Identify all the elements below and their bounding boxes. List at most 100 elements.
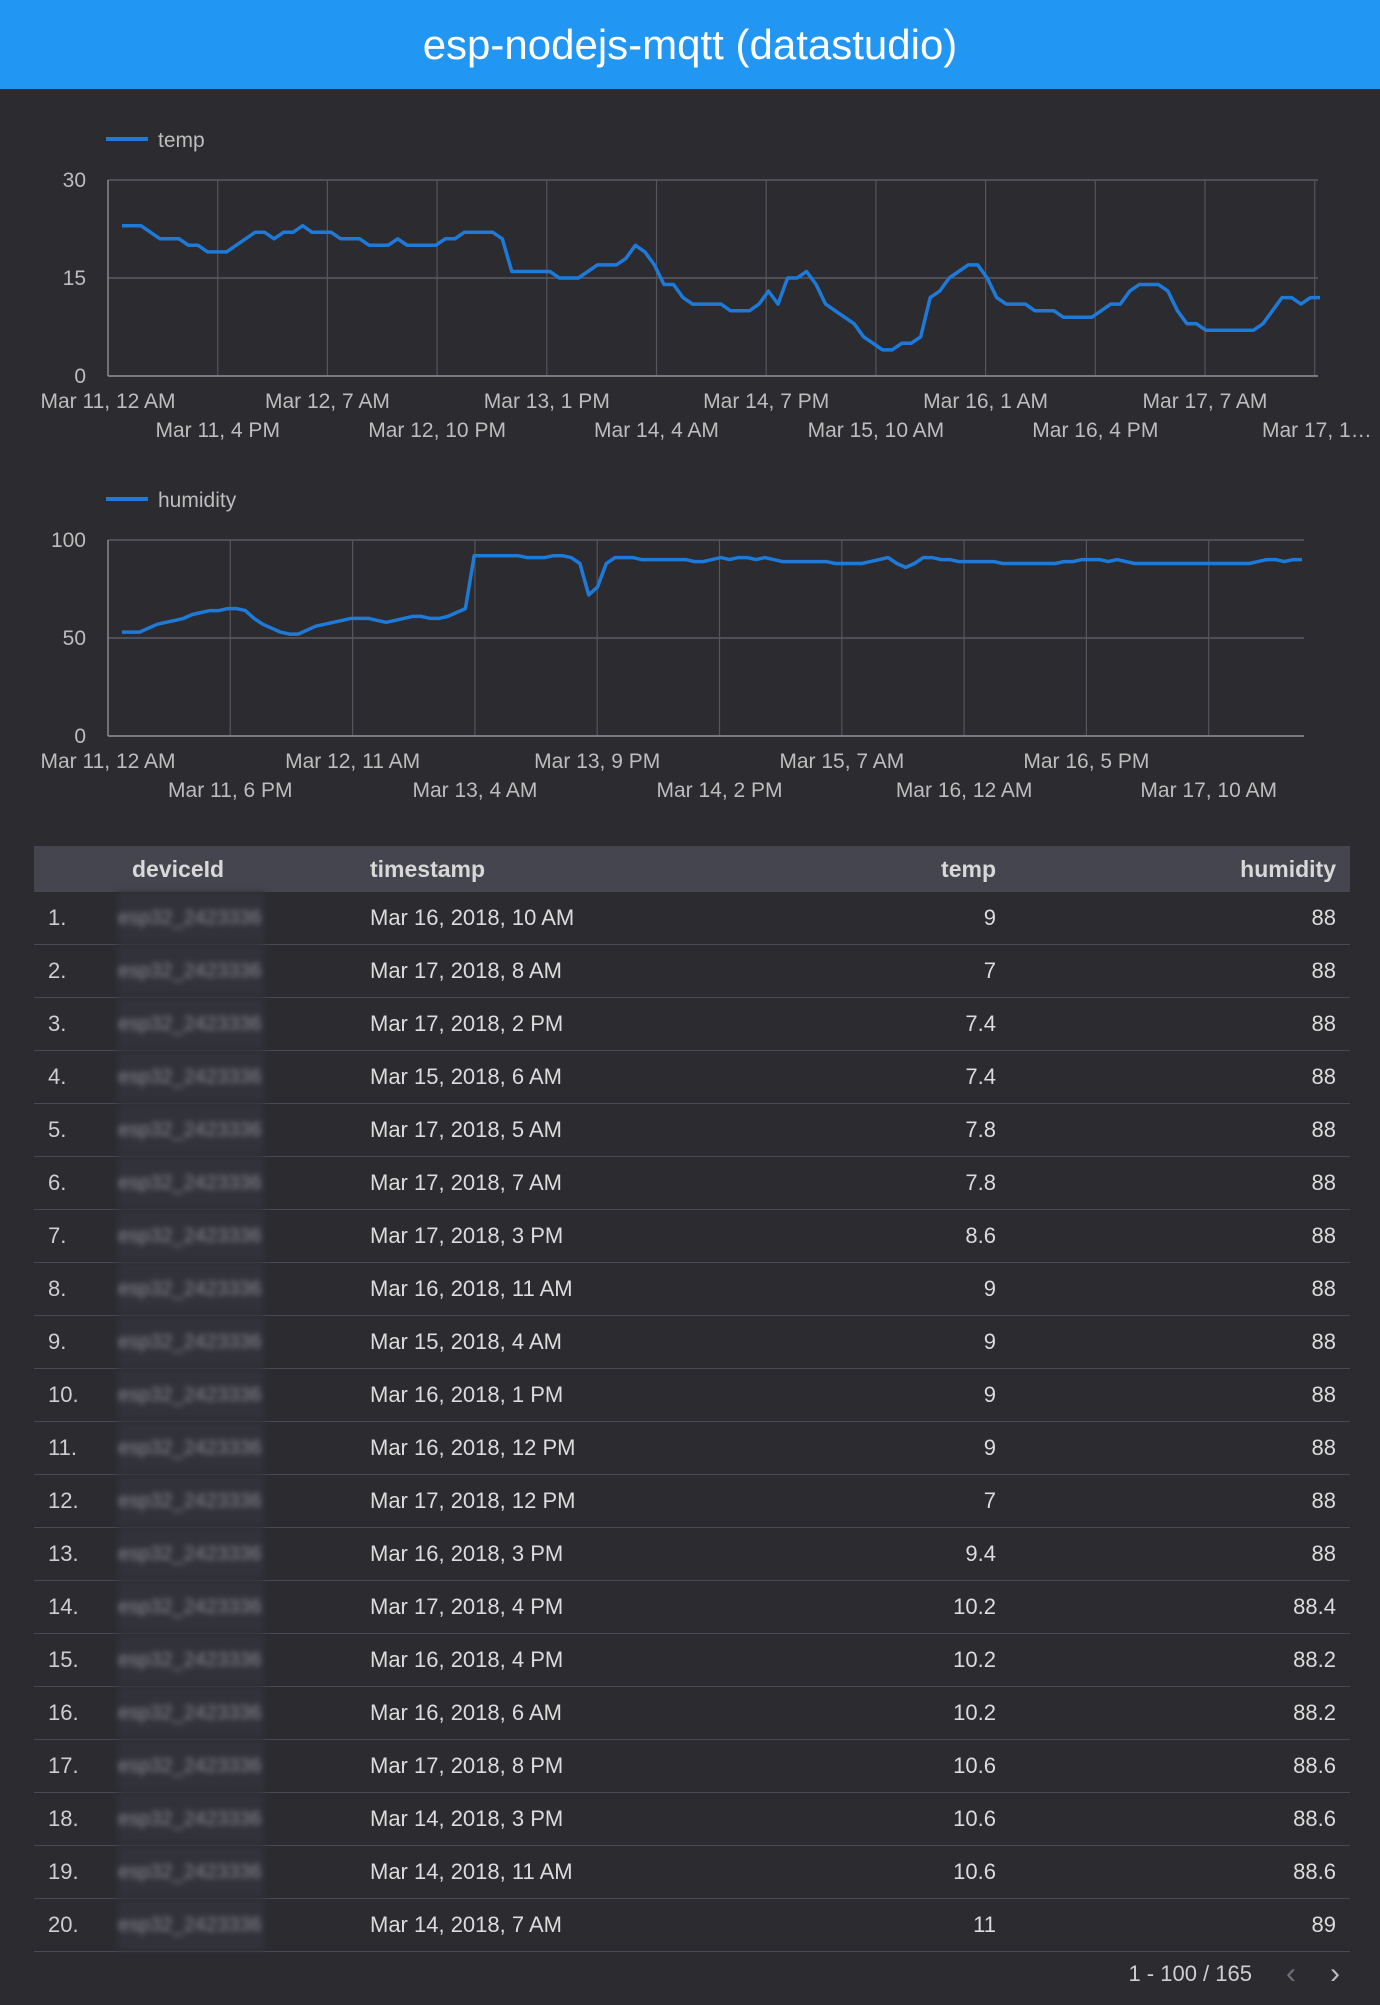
row-index: 16. [34, 1686, 118, 1740]
temp-cell: 10.6 [770, 1739, 1010, 1793]
legend-label: temp [158, 129, 205, 152]
blurred-device-id: esp32_2423336 [118, 1793, 264, 1845]
x-tick-label: Mar 16, 5 PM [1023, 750, 1149, 773]
x-tick-label: Mar 17, 10 AM [1140, 779, 1277, 802]
temp-cell: 9 [770, 1368, 1010, 1422]
blurred-device-id: esp32_2423336 [118, 998, 264, 1050]
timestamp-cell: Mar 17, 2018, 8 PM [356, 1739, 770, 1793]
table-row: 9. esp32_2423336 Mar 15, 2018, 4 AM 9 88 [34, 1315, 1350, 1369]
blurred-device-id: esp32_2423336 [118, 1316, 264, 1368]
temp-line-chart: temp 0 15 30 Mar 11, 12 AM Mar 11, 4 PM Mar 12… [40, 129, 1371, 442]
y-tick-label: 0 [74, 365, 86, 388]
x-tick-label: Mar 13, 1 PM [484, 390, 610, 413]
blurred-device-id: esp32_2423336 [118, 1899, 264, 1951]
table-row: 10. esp32_2423336 Mar 16, 2018, 1 PM 9 88 [34, 1368, 1350, 1422]
row-index: 12. [34, 1474, 118, 1528]
timestamp-cell: Mar 16, 2018, 1 PM [356, 1368, 770, 1422]
temp-cell: 9 [770, 1262, 1010, 1316]
row-index: 5. [34, 1103, 118, 1157]
temp-cell: 9 [770, 1421, 1010, 1475]
timestamp-cell: Mar 15, 2018, 6 AM [356, 1050, 770, 1104]
x-tick-label: Mar 14, 7 PM [703, 390, 829, 413]
column-header-timestamp[interactable]: timestamp [356, 846, 770, 892]
temp-cell: 7 [770, 944, 1010, 998]
table-row: 15. esp32_2423336 Mar 16, 2018, 4 PM 10.2 88… [34, 1633, 1350, 1687]
humidity-cell: 88.6 [1010, 1845, 1350, 1899]
device-id-cell: esp32_2423336 [118, 1050, 356, 1104]
x-tick-label: Mar 11, 4 PM [155, 419, 279, 442]
chevron-left-icon[interactable]: ‹ [1286, 1957, 1296, 1991]
blurred-device-id: esp32_2423336 [118, 1846, 264, 1898]
table-row: 20. esp32_2423336 Mar 14, 2018, 7 AM 11 89 [34, 1898, 1350, 1952]
timestamp-cell: Mar 17, 2018, 5 AM [356, 1103, 770, 1157]
temp-cell: 9 [770, 1315, 1010, 1369]
device-id-cell: esp32_2423336 [118, 1739, 356, 1793]
temp-cell: 9 [770, 892, 1010, 945]
table-row: 17. esp32_2423336 Mar 17, 2018, 8 PM 10.6 88… [34, 1739, 1350, 1793]
device-id-cell: esp32_2423336 [118, 997, 356, 1051]
timestamp-cell: Mar 16, 2018, 12 PM [356, 1421, 770, 1475]
page-title: esp-nodejs-mqtt (datastudio) [0, 0, 1380, 89]
temp-cell: 10.2 [770, 1633, 1010, 1687]
device-id-cell: esp32_2423336 [118, 1209, 356, 1263]
data-table: deviceId timestamp temp humidity 1. esp32… [34, 846, 1350, 1952]
table-row: 14. esp32_2423336 Mar 17, 2018, 4 PM 10.2 88… [34, 1580, 1350, 1634]
row-index: 6. [34, 1156, 118, 1210]
humidity-cell: 88 [1010, 1527, 1350, 1581]
device-id-cell: esp32_2423336 [118, 1103, 356, 1157]
column-header-deviceid[interactable]: deviceId [118, 846, 356, 892]
humidity-cell: 88 [1010, 1156, 1350, 1210]
x-tick-label: Mar 13, 4 AM [412, 779, 537, 802]
x-tick-label: Mar 16, 12 AM [896, 779, 1033, 802]
y-tick-label: 0 [74, 725, 86, 748]
device-id-cell: esp32_2423336 [118, 1845, 356, 1899]
table-row: 18. esp32_2423336 Mar 14, 2018, 3 PM 10.6 88… [34, 1792, 1350, 1846]
humidity-cell: 88 [1010, 892, 1350, 945]
table-row: 7. esp32_2423336 Mar 17, 2018, 3 PM 8.6 88 [34, 1209, 1350, 1263]
timestamp-cell: Mar 16, 2018, 3 PM [356, 1527, 770, 1581]
blurred-device-id: esp32_2423336 [118, 1634, 264, 1686]
legend-label: humidity [158, 489, 237, 512]
row-index: 9. [34, 1315, 118, 1369]
device-id-cell: esp32_2423336 [118, 1474, 356, 1528]
row-index: 8. [34, 1262, 118, 1316]
humidity-cell: 88 [1010, 1474, 1350, 1528]
temp-cell: 7.8 [770, 1103, 1010, 1157]
x-tick-label: Mar 16, 1 AM [923, 390, 1048, 413]
x-tick-label: Mar 17, 7 AM [1143, 390, 1268, 413]
temp-cell: 8.6 [770, 1209, 1010, 1263]
row-index: 19. [34, 1845, 118, 1899]
device-id-cell: esp32_2423336 [118, 1315, 356, 1369]
table-row: 11. esp32_2423336 Mar 16, 2018, 12 PM 9 88 [34, 1421, 1350, 1475]
x-tick-label: Mar 11, 12 AM [40, 390, 175, 413]
pagination: 1 - 100 / 165 ‹ › [1128, 1956, 1340, 1992]
table-row: 13. esp32_2423336 Mar 16, 2018, 3 PM 9.4 88 [34, 1527, 1350, 1581]
timestamp-cell: Mar 17, 2018, 8 AM [356, 944, 770, 998]
blurred-device-id: esp32_2423336 [118, 1210, 264, 1262]
x-tick-label: Mar 12, 10 PM [368, 419, 506, 442]
device-id-cell: esp32_2423336 [118, 1686, 356, 1740]
device-id-cell: esp32_2423336 [118, 1633, 356, 1687]
table-row: 2. esp32_2423336 Mar 17, 2018, 8 AM 7 88 [34, 944, 1350, 998]
blurred-device-id: esp32_2423336 [118, 1422, 264, 1474]
series-line [122, 553, 1302, 636]
column-header-humidity[interactable]: humidity [1010, 846, 1350, 892]
column-header-temp[interactable]: temp [770, 846, 1010, 892]
humidity-cell: 89 [1010, 1898, 1350, 1952]
blurred-device-id: esp32_2423336 [118, 1740, 264, 1792]
timestamp-cell: Mar 16, 2018, 10 AM [356, 892, 770, 945]
blurred-device-id: esp32_2423336 [118, 1104, 264, 1156]
chevron-right-icon[interactable]: › [1330, 1957, 1340, 1991]
row-index: 14. [34, 1580, 118, 1634]
device-id-cell: esp32_2423336 [118, 1580, 356, 1634]
timestamp-cell: Mar 17, 2018, 7 AM [356, 1156, 770, 1210]
table-header-row: deviceId timestamp temp humidity [34, 846, 1350, 892]
blurred-device-id: esp32_2423336 [118, 1581, 264, 1633]
humidity-cell: 88.2 [1010, 1633, 1350, 1687]
row-index: 4. [34, 1050, 118, 1104]
timestamp-cell: Mar 17, 2018, 2 PM [356, 997, 770, 1051]
device-id-cell: esp32_2423336 [118, 1898, 356, 1952]
temp-cell: 10.2 [770, 1580, 1010, 1634]
table-row: 1. esp32_2423336 Mar 16, 2018, 10 AM 9 88 [34, 892, 1350, 945]
x-tick-label: Mar 14, 2 PM [656, 779, 782, 802]
